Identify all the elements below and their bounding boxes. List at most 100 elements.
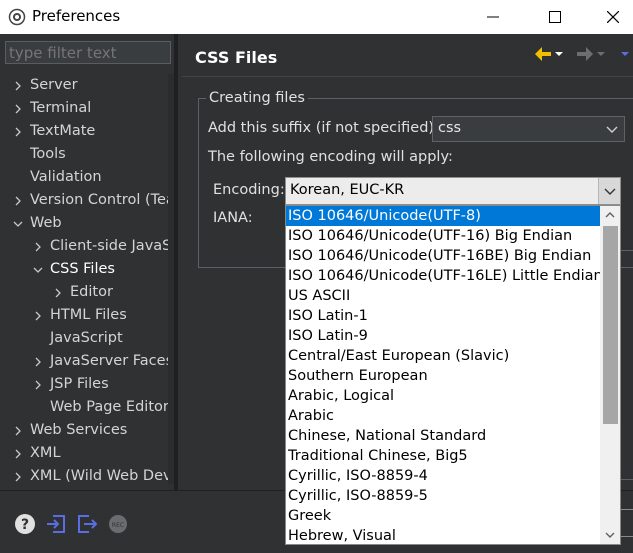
- tree-item[interactable]: Tools: [4, 143, 170, 166]
- maximize-icon: [549, 11, 561, 23]
- close-icon: [607, 11, 619, 23]
- encoding-note: The following encoding will apply:: [208, 149, 453, 165]
- encoding-option[interactable]: Southern European: [286, 366, 600, 386]
- close-button[interactable]: [590, 0, 633, 34]
- filter-input[interactable]: [5, 41, 171, 64]
- chevron-right-icon[interactable]: [12, 471, 24, 483]
- encoding-option[interactable]: ISO 10646/Unicode(UTF-16BE) Big Endian: [286, 246, 600, 266]
- tree-item[interactable]: HTML Files: [4, 304, 170, 327]
- tree-item[interactable]: Validation: [4, 166, 170, 189]
- record-icon[interactable]: REC: [108, 514, 128, 534]
- tree-item-label: Web: [30, 215, 62, 231]
- tree-item[interactable]: XML: [4, 442, 170, 465]
- import-icon[interactable]: [45, 513, 67, 535]
- chevron-right-icon[interactable]: [32, 241, 44, 253]
- tree-item-label: Terminal: [30, 100, 92, 116]
- iana-label: IANA:: [213, 210, 253, 226]
- encoding-combo[interactable]: Korean, EUC-KR: [285, 177, 621, 205]
- encoding-option[interactable]: Arabic, Logical: [286, 386, 600, 406]
- tree-item[interactable]: Terminal: [4, 97, 170, 120]
- forward-button[interactable]: [576, 44, 606, 64]
- tree-item-label: Tools: [30, 146, 66, 162]
- tree-item[interactable]: XML (Wild Web Dev: [4, 465, 170, 488]
- encoding-option[interactable]: ISO 10646/Unicode(UTF-8): [286, 206, 600, 226]
- chevron-right-icon[interactable]: [52, 287, 64, 299]
- dropdown-scrollbar[interactable]: [600, 206, 620, 544]
- suffix-combo[interactable]: css: [432, 116, 625, 142]
- tree-item-label: TextMate: [30, 123, 96, 139]
- forward-arrow-icon: [577, 47, 593, 61]
- tree-item[interactable]: Web Page Editor: [4, 396, 170, 419]
- chevron-right-icon[interactable]: [32, 379, 44, 391]
- tree-item-label: HTML Files: [50, 307, 127, 323]
- eclipse-app-icon: [8, 8, 26, 26]
- encoding-value: Korean, EUC-KR: [290, 182, 405, 198]
- tree-item[interactable]: TextMate: [4, 120, 170, 143]
- chevron-down-icon: [555, 52, 563, 56]
- encoding-option[interactable]: Arabic: [286, 406, 600, 426]
- encoding-option[interactable]: Hebrew, Visual: [286, 526, 600, 544]
- encoding-option[interactable]: Central/East European (Slavic): [286, 346, 600, 366]
- tree-item[interactable]: Editor: [4, 281, 170, 304]
- group-label: Creating files: [206, 90, 308, 106]
- chevron-down-icon[interactable]: [32, 264, 44, 276]
- tree-item-label: Version Control (Tea: [30, 192, 170, 208]
- export-icon[interactable]: [76, 513, 98, 535]
- minimize-icon: [487, 16, 499, 18]
- view-menu-button[interactable]: [620, 44, 630, 64]
- chevron-right-icon[interactable]: [32, 356, 44, 368]
- encoding-option[interactable]: Cyrillic, ISO-8859-5: [286, 486, 600, 506]
- chevron-right-icon[interactable]: [12, 448, 24, 460]
- chevron-up-icon: [605, 212, 615, 218]
- tree-item-label: Validation: [30, 169, 102, 185]
- tree-item[interactable]: Version Control (Tea: [4, 189, 170, 212]
- scroll-down-button[interactable]: [600, 526, 620, 544]
- chevron-right-icon[interactable]: [12, 195, 24, 207]
- chevron-right-icon[interactable]: [12, 80, 24, 92]
- encoding-option[interactable]: Greek: [286, 506, 600, 526]
- encoding-option[interactable]: US ASCII: [286, 286, 600, 306]
- tree-item[interactable]: Client-side JavaS: [4, 235, 170, 258]
- chevron-right-icon[interactable]: [12, 126, 24, 138]
- tree-item-label: JavaScript: [50, 330, 123, 346]
- encoding-option[interactable]: ISO Latin-1: [286, 306, 600, 326]
- tree-item[interactable]: CSS Files: [4, 258, 170, 281]
- tree-item[interactable]: Web Services: [4, 419, 170, 442]
- tree-item[interactable]: JavaServer Faces: [4, 350, 170, 373]
- chevron-down-icon: [605, 532, 615, 538]
- back-button[interactable]: [534, 44, 564, 64]
- chevron-right-icon[interactable]: [12, 103, 24, 115]
- maximize-button[interactable]: [532, 0, 578, 34]
- window-title: Preferences: [32, 7, 121, 25]
- tree-scrollbar[interactable]: [168, 74, 174, 484]
- tree-item-label: JSP Files: [50, 376, 109, 392]
- chevron-down-icon[interactable]: [12, 218, 24, 230]
- encoding-dropdown-button[interactable]: [598, 178, 620, 204]
- encoding-option[interactable]: Chinese, National Standard: [286, 426, 600, 446]
- tree-item[interactable]: JavaScript: [4, 327, 170, 350]
- encoding-option[interactable]: Cyrillic, ISO-8859-4: [286, 466, 600, 486]
- chevron-right-icon[interactable]: [12, 425, 24, 437]
- scroll-thumb[interactable]: [603, 226, 618, 424]
- view-menu-icon: [621, 52, 629, 56]
- svg-text:?: ?: [21, 517, 29, 533]
- scroll-up-button[interactable]: [600, 206, 620, 224]
- encoding-label: Encoding:: [213, 182, 285, 198]
- help-icon[interactable]: ?: [14, 513, 36, 535]
- encoding-option[interactable]: ISO Latin-9: [286, 326, 600, 346]
- tree-item[interactable]: JSP Files: [4, 373, 170, 396]
- preference-tree: Server Terminal TextMate Tools Validation Ver…: [4, 74, 170, 488]
- tree-item[interactable]: Server: [4, 74, 170, 97]
- minimize-button[interactable]: [470, 0, 516, 34]
- title-bar: Preferences: [0, 0, 633, 34]
- encoding-option[interactable]: Traditional Chinese, Big5: [286, 446, 600, 466]
- encoding-option[interactable]: ISO 10646/Unicode(UTF-16) Big Endian: [286, 226, 600, 246]
- tree-item-label: Client-side JavaS: [50, 238, 170, 254]
- chevron-down-icon: [597, 52, 605, 56]
- tree-item[interactable]: Web: [4, 212, 170, 235]
- tree-item-label: Web Page Editor: [50, 399, 169, 415]
- tree-item-label: Server: [30, 77, 78, 93]
- suffix-label: Add this suffix (if not specified):: [208, 120, 439, 136]
- encoding-option[interactable]: ISO 10646/Unicode(UTF-16LE) Little Endia…: [286, 266, 603, 286]
- chevron-right-icon[interactable]: [32, 310, 44, 322]
